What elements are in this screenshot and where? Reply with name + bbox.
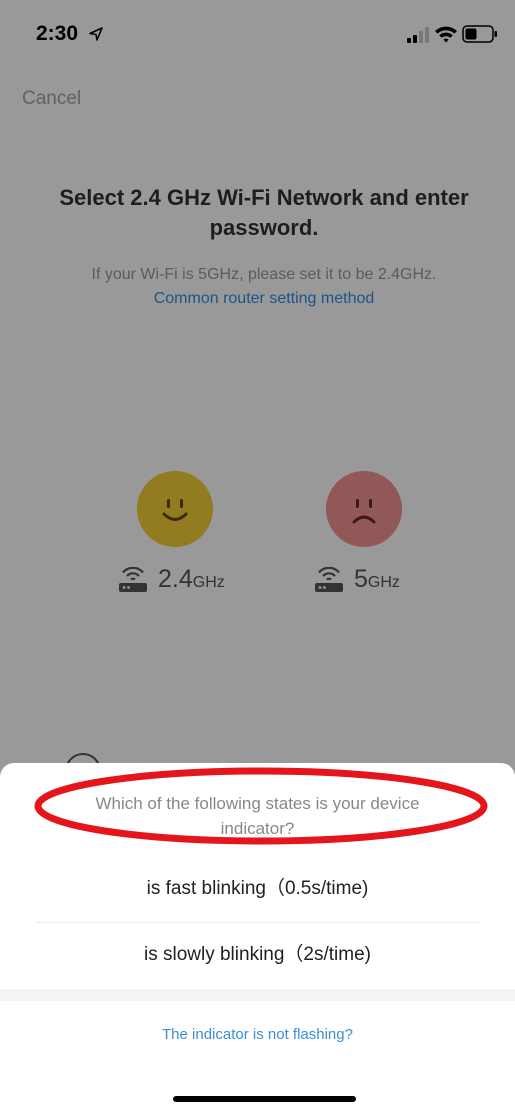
option-slow-blinking[interactable]: is slowly blinking（2s/time) — [0, 925, 515, 985]
option-divider — [36, 922, 479, 923]
sheet-section-gap — [0, 989, 515, 1001]
indicator-not-flashing-link[interactable]: The indicator is not flashing? — [0, 1026, 515, 1043]
indicator-state-sheet: Which of the following states is your de… — [0, 763, 515, 1104]
option-fast-blinking[interactable]: is fast blinking（0.5s/time) — [0, 859, 515, 919]
sheet-question: Which of the following states is your de… — [95, 794, 420, 838]
home-indicator — [173, 1096, 356, 1102]
